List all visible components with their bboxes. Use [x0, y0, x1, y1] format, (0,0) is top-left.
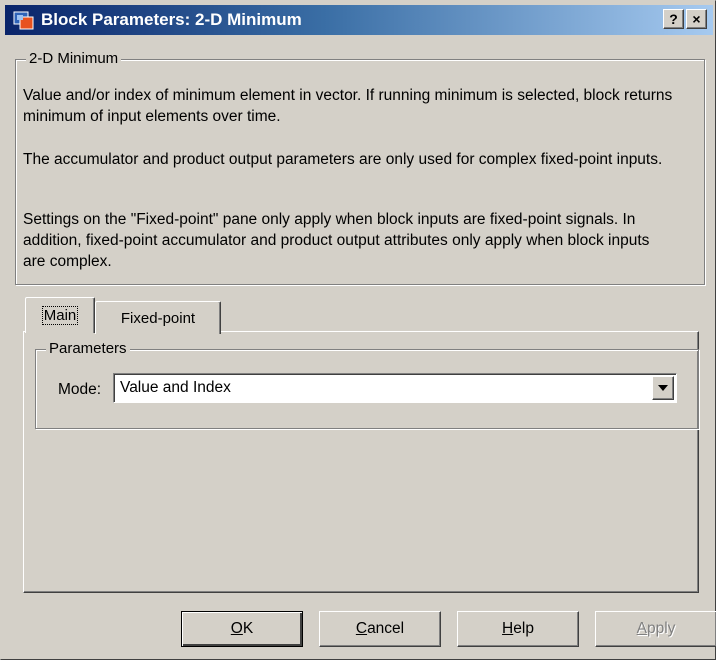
tab-fixed-point[interactable]: Fixed-point	[95, 301, 221, 334]
dialog-window: Block Parameters: 2-D Minimum ? × 2-D Mi…	[0, 0, 716, 660]
simulink-block-icon	[13, 9, 35, 31]
description-paragraph: The accumulator and product output param…	[23, 151, 663, 168]
cancel-button-label: ancel	[367, 620, 405, 637]
help-button-label: elp	[513, 620, 534, 637]
description-paragraph: Value and/or index of minimum element in…	[23, 87, 673, 125]
tab-fixed-point-label: Fixed-point	[120, 309, 196, 327]
mode-label: Mode:	[58, 381, 102, 398]
tab-main[interactable]: Main	[25, 297, 95, 333]
apply-button-mnemonic: A	[636, 620, 647, 637]
apply-button-label: pply	[646, 620, 676, 637]
mode-dropdown-value: Value and Index	[120, 379, 231, 396]
description-paragraph: Settings on the "Fixed-point" pane only …	[23, 211, 650, 270]
title-bar[interactable]: Block Parameters: 2-D Minimum ? ×	[5, 5, 713, 35]
apply-button[interactable]: Apply	[595, 611, 716, 647]
dropdown-arrow-icon[interactable]	[652, 376, 674, 400]
mode-dropdown[interactable]: Value and Index	[113, 373, 677, 403]
help-button-mnemonic: H	[502, 620, 514, 637]
ok-button-label: K	[242, 620, 254, 637]
cancel-button[interactable]: Cancel	[319, 611, 441, 647]
window-title: Block Parameters: 2-D Minimum	[41, 10, 302, 29]
cancel-button-mnemonic: C	[355, 620, 368, 637]
ok-button-mnemonic: O	[230, 620, 243, 637]
description-group-title: 2-D Minimum	[26, 50, 122, 68]
close-button[interactable]: ×	[686, 9, 707, 29]
tab-main-label: Main	[41, 306, 79, 325]
ok-button[interactable]: OK	[181, 611, 303, 647]
parameters-group-title: Parameters	[46, 340, 130, 358]
help-title-button[interactable]: ?	[663, 9, 684, 29]
help-button[interactable]: Help	[457, 611, 579, 647]
